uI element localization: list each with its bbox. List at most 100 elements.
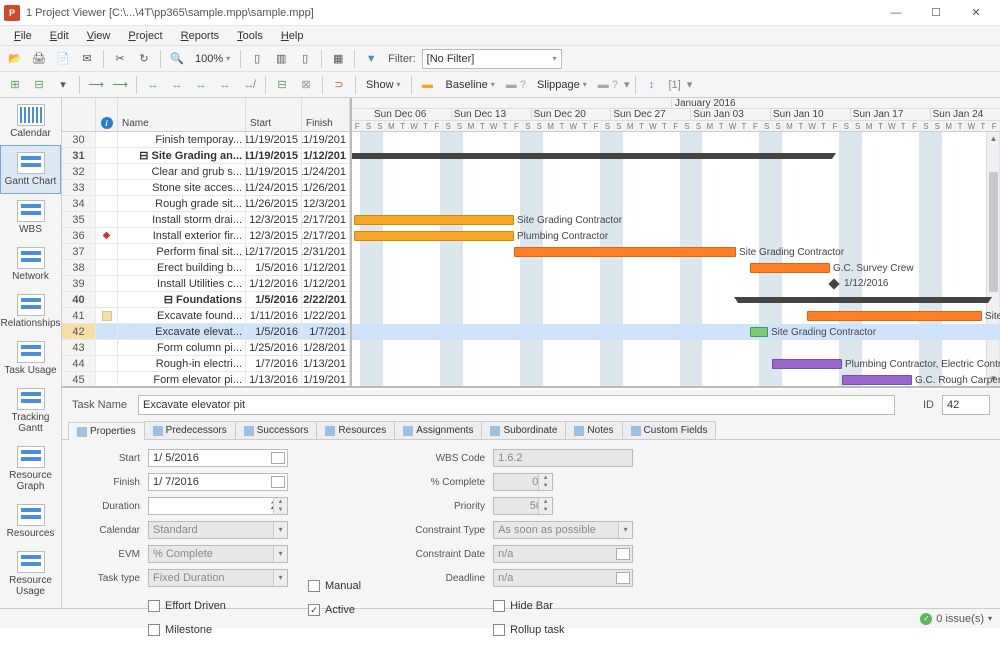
manual-checkbox[interactable] — [308, 580, 320, 592]
menu-help[interactable]: Help — [273, 28, 312, 44]
sidebar-item-gantt-chart[interactable]: Gantt Chart — [0, 145, 61, 194]
hidebar-checkbox[interactable] — [493, 600, 505, 612]
tab-resources[interactable]: Resources — [316, 421, 395, 439]
baseline-icon[interactable]: ▬ — [417, 74, 439, 96]
gantt-row[interactable] — [352, 196, 1000, 212]
baseline-dropdown[interactable]: Baseline▾ — [441, 75, 500, 95]
task-bar[interactable]: Site Grading Contractor — [514, 247, 736, 257]
mail-icon[interactable]: ✉ — [76, 48, 98, 70]
link-sf-icon[interactable]: ↔ — [214, 74, 236, 96]
table-row[interactable]: 42Excavate elevat...1/5/20161/7/201 — [62, 324, 350, 340]
link-ss-icon[interactable]: ↔ — [142, 74, 164, 96]
magnet-icon[interactable]: ⊃ — [328, 74, 350, 96]
gantt-row[interactable] — [352, 164, 1000, 180]
milestone-checkbox[interactable] — [148, 624, 160, 636]
open-icon[interactable]: 📂 — [4, 48, 26, 70]
tab-custom-fields[interactable]: Custom Fields — [622, 421, 717, 439]
status-ok-icon[interactable]: ✓ — [920, 613, 932, 625]
table-row[interactable]: 38Erect building b...1/5/20161/12/201 — [62, 260, 350, 276]
pane-split-icon[interactable]: ▥ — [270, 48, 292, 70]
layout-icon[interactable]: ↕ — [641, 74, 663, 96]
task-bar[interactable]: G.C. Rough Carpenter — [842, 375, 912, 385]
task-bar[interactable]: Plumbing Contractor — [354, 231, 514, 241]
tab-subordinate[interactable]: Subordinate — [481, 421, 566, 439]
status-issues[interactable]: 0 issue(s) — [936, 613, 984, 625]
filter-dropdown[interactable]: [No Filter]▾ — [422, 49, 562, 69]
task-bar[interactable]: G.C. Survey Crew — [750, 263, 830, 273]
constraint-type-select[interactable]: As soon as possible▾ — [493, 521, 633, 539]
gantt-row[interactable] — [352, 132, 1000, 148]
maximize-button[interactable]: ☐ — [916, 1, 956, 25]
close-button[interactable]: ✕ — [956, 1, 996, 25]
indent-icon[interactable]: ⊟ — [28, 74, 50, 96]
pane-left-icon[interactable]: ▯ — [246, 48, 268, 70]
finish-input[interactable]: 1/ 7/2016 — [148, 473, 288, 491]
task-name-input[interactable]: Excavate elevator pit — [138, 395, 895, 415]
summary-bar[interactable] — [738, 297, 988, 303]
gantt-row[interactable] — [352, 324, 1000, 340]
zoom-dropdown[interactable]: 100%▾ — [190, 49, 235, 69]
minimize-button[interactable]: — — [876, 1, 916, 25]
sidebar-item-resource-graph[interactable]: Resource Graph — [0, 440, 61, 498]
link-ff-icon[interactable]: ↔ — [190, 74, 212, 96]
calendar-icon[interactable] — [616, 572, 630, 584]
evm-select[interactable]: % Complete▾ — [148, 545, 288, 563]
task-bar[interactable]: Site Grading Contractor — [354, 215, 514, 225]
menu-project[interactable]: Project — [120, 28, 170, 44]
col-start[interactable]: Start — [246, 98, 302, 131]
table-row[interactable]: 34Rough grade sit...11/26/201512/3/201 — [62, 196, 350, 212]
pane-right-icon[interactable]: ▯ — [294, 48, 316, 70]
menu-tools[interactable]: Tools — [229, 28, 271, 44]
tab-successors[interactable]: Successors — [235, 421, 318, 439]
complete-input[interactable]: 0%▲▼ — [493, 473, 553, 491]
table-row[interactable]: 35Install storm drai...12/3/201512/17/20… — [62, 212, 350, 228]
menu-view[interactable]: View — [79, 28, 119, 44]
table-row[interactable]: 33Stone site acces...11/24/201511/26/201 — [62, 180, 350, 196]
constraint-date-input[interactable]: n/a — [493, 545, 633, 563]
filter-icon[interactable]: ▼ — [360, 48, 382, 70]
calendar-select[interactable]: Standard▾ — [148, 521, 288, 539]
link-fs-icon[interactable]: ↔ — [166, 74, 188, 96]
link2-icon[interactable]: ⟶ — [109, 74, 131, 96]
refresh-icon[interactable]: ↻ — [133, 48, 155, 70]
table-row[interactable]: 41Excavate found...1/11/20161/22/201 — [62, 308, 350, 324]
priority-input[interactable]: 500▲▼ — [493, 497, 553, 515]
sidebar-item-calendar[interactable]: Calendar — [0, 98, 61, 145]
col-name[interactable]: Name — [118, 98, 246, 131]
table-row[interactable]: 37Perform final sit...12/17/201512/31/20… — [62, 244, 350, 260]
collapse-icon[interactable]: ▾ — [52, 74, 74, 96]
table-row[interactable]: 30Finish temporay...11/19/201511/19/201 — [62, 132, 350, 148]
print-icon[interactable]: 🖨 — [28, 48, 50, 70]
task-bar[interactable]: Site Grading Contractor — [750, 327, 768, 337]
tab-notes[interactable]: Notes — [565, 421, 622, 439]
cut-icon[interactable]: ✂ — [109, 48, 131, 70]
menu-file[interactable]: File — [6, 28, 40, 44]
start-input[interactable]: 1/ 5/2016 — [148, 449, 288, 467]
preview-icon[interactable]: 📄 — [52, 48, 74, 70]
deadline-input[interactable]: n/a — [493, 569, 633, 587]
table-row[interactable]: 32Clear and grub s...11/19/201511/24/201 — [62, 164, 350, 180]
duration-input[interactable]: 2d▲▼ — [148, 497, 288, 515]
sidebar-item-resource-usage[interactable]: Resource Usage — [0, 545, 61, 603]
table-row[interactable]: 40⊟ Foundations1/5/20162/22/201 — [62, 292, 350, 308]
sidebar-item-relationships[interactable]: Relationships — [0, 288, 61, 335]
calendar-icon[interactable] — [616, 548, 630, 560]
calendar-icon[interactable] — [271, 476, 285, 488]
task-bar[interactable]: Plumbing Contractor, Electric Contractor — [772, 359, 842, 369]
gantt-row[interactable] — [352, 180, 1000, 196]
task-bar[interactable]: Site Grading — [807, 311, 982, 321]
table-row[interactable]: 43Form column pi...1/25/20161/28/201 — [62, 340, 350, 356]
link-start-icon[interactable]: ⟶ — [85, 74, 107, 96]
unlink-icon[interactable]: ↮ — [238, 74, 260, 96]
table-row[interactable]: 39Install Utilities c...1/12/20161/12/20… — [62, 276, 350, 292]
show-dropdown[interactable]: Show▾ — [361, 75, 406, 95]
table-row[interactable]: 44Rough-in electri...1/7/20161/13/201 — [62, 356, 350, 372]
calendar-icon[interactable] — [271, 452, 285, 464]
table-row[interactable]: 36◆Install exterior fir...12/3/201512/17… — [62, 228, 350, 244]
table-row[interactable]: 31⊟ Site Grading an...11/19/20151/12/201 — [62, 148, 350, 164]
active-checkbox[interactable]: ✓ — [308, 604, 320, 616]
summary-bar[interactable] — [352, 153, 832, 159]
slippage-dropdown[interactable]: Slippage▾ — [532, 75, 592, 95]
outdent-icon[interactable]: ⊞ — [4, 74, 26, 96]
sidebar-item-tracking-gantt[interactable]: Tracking Gantt — [0, 382, 61, 440]
